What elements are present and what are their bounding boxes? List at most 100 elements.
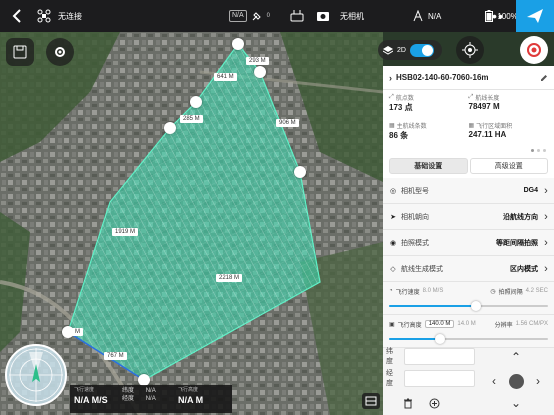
route-generation-row[interactable]: ◇ 航线生成模式 区内模式 ›: [383, 256, 554, 282]
stat-label: 航点数: [395, 96, 414, 102]
altitude-slider[interactable]: [389, 334, 548, 344]
mission-panel: › HSB02-140-60-7060-16m ⤢ 航点数 173 点 ⤢ 航线长度…: [383, 66, 554, 415]
lat-value: N/A: [145, 388, 156, 394]
waypoint-vertex[interactable]: [164, 122, 176, 134]
page-indicator: [383, 146, 554, 154]
lat-readout: 纬度 N/A: [122, 387, 178, 395]
edit-icon[interactable]: [540, 74, 548, 82]
waypoint-vertex[interactable]: [232, 38, 244, 50]
top-bar: 无连接 N/A 0 无相机 N/A 100% •••: [0, 0, 554, 32]
row-value: DG4: [523, 187, 538, 194]
altitude-value: N/A M: [178, 395, 204, 405]
latitude-input[interactable]: [403, 347, 475, 365]
copy-waypoint-button[interactable]: [427, 396, 441, 410]
fly-button[interactable]: [516, 0, 554, 32]
collapse-icon[interactable]: ›: [389, 73, 392, 83]
stat-area: ▦ 飞行区域面积 247.11 HA: [469, 121, 549, 146]
camera-label: 无相机: [340, 11, 365, 21]
resolution-value: 1.56 CM/PX: [515, 321, 548, 327]
mission-header: › HSB02-140-60-7060-16m: [383, 66, 554, 90]
settings-button[interactable]: [46, 38, 74, 66]
map-view[interactable]: 293 M 641 M 285 M 906 M 1919 M 2218 M M …: [0, 32, 383, 415]
mission-stats: ⤢ 航点数 173 点 ⤢ 航线长度 78497 M ▦ 主航线条数 86 条 ▦ 飞行…: [383, 90, 554, 146]
waypoint-vertex[interactable]: [294, 166, 306, 178]
stat-label: 飞行区域面积: [476, 124, 513, 130]
stat-label: 主航线条数: [396, 124, 427, 130]
slider-thumb[interactable]: [471, 301, 482, 311]
interval-label: 拍照间隔: [498, 289, 523, 296]
resolution-label: 分辨率: [494, 322, 513, 329]
stat-route-length: ⤢ 航线长度 78497 M: [469, 93, 549, 118]
target-icon: [527, 43, 541, 57]
stat-waypoints: ⤢ 航点数 173 点: [389, 93, 469, 118]
speed-readout: 飞行速度 N/A M/S: [74, 387, 122, 411]
gsd-value: 14.0 M: [457, 321, 476, 327]
speedometer-icon: ◔: [389, 288, 393, 294]
page-dot: [537, 148, 540, 152]
layers-icon: [365, 396, 377, 406]
camera-status: 无相机: [316, 0, 364, 32]
center-point-button[interactable]: [509, 374, 524, 389]
altitude-input[interactable]: 140.0 M: [424, 320, 455, 328]
settings-tabs: 基础设置 高级设置: [383, 154, 554, 178]
arrow-up-button[interactable]: ⌃: [509, 350, 523, 364]
layers-icon: [383, 45, 393, 55]
waypoint-vertex[interactable]: [190, 96, 202, 108]
stat-value: 247.11 HA: [468, 130, 507, 139]
page-dot: [531, 148, 534, 152]
telemetry-bar: 飞行速度 N/A M/S 纬度 N/A 经度 N/A 飞行高度 N/A M: [70, 385, 232, 413]
row-label: 相机朝向: [401, 213, 429, 221]
delete-button[interactable]: [401, 396, 415, 410]
back-button[interactable]: [0, 0, 34, 32]
lines-icon: ▦: [389, 123, 395, 129]
gear-icon: [55, 47, 65, 57]
rtk-status: N/A: [412, 0, 441, 32]
slider-thumb[interactable]: [434, 334, 445, 344]
app-root: 无连接 N/A 0 无相机 N/A 100% ••• 293 M 641 M 2…: [0, 0, 554, 415]
distance-label: 285 M: [180, 115, 203, 123]
row-value: 等距间隔拍照: [496, 239, 538, 247]
arrow-down-button[interactable]: ⌄: [509, 396, 523, 410]
remote-controller-icon: [290, 10, 304, 22]
map-layer-button[interactable]: [362, 393, 380, 409]
2d-3d-toggle[interactable]: 2D: [378, 40, 442, 60]
connection-status: 无连接: [58, 11, 82, 21]
signal-badge: N/A: [229, 10, 247, 22]
camera-orientation-row[interactable]: ➤ 相机朝向 沿航线方向 ›: [383, 204, 554, 230]
position-readout: 纬度 N/A 经度 N/A: [122, 387, 178, 411]
tab-basic-settings[interactable]: 基础设置: [389, 158, 468, 174]
row-label: 相机型号: [401, 187, 429, 195]
arrow-right-button[interactable]: ›: [531, 374, 545, 388]
lng-value: N/A: [145, 396, 156, 402]
stat-value: 78497 M: [468, 102, 500, 111]
mission-name: HSB02-140-60-7060-16m: [396, 73, 489, 82]
more-button[interactable]: •••: [474, 0, 516, 32]
row-label: 拍照模式: [401, 239, 429, 247]
speed-value: N/A M/S: [74, 395, 108, 405]
rtk-value: N/A: [428, 11, 442, 21]
rtk-icon: [413, 10, 423, 22]
speed-slider[interactable]: [389, 301, 548, 311]
latitude-label: 纬度: [386, 348, 393, 365]
tab-advanced-settings[interactable]: 高级设置: [469, 158, 548, 174]
longitude-input[interactable]: [403, 369, 475, 387]
trash-icon: [404, 398, 412, 408]
lng-label: 经度: [122, 396, 135, 402]
toggle-switch[interactable]: [409, 43, 434, 57]
distance-label: 906 M: [276, 119, 299, 127]
route-icon: ⤢: [468, 94, 474, 100]
arrow-left-button[interactable]: ‹: [487, 374, 501, 388]
camera-model-row[interactable]: ◎ 相机型号 DG4 ›: [383, 178, 554, 204]
target-button[interactable]: [520, 36, 548, 64]
speed-label: 飞行速度: [395, 289, 420, 296]
waypoint-vertex[interactable]: [254, 66, 266, 78]
longitude-label: 经度: [386, 370, 393, 387]
row-label: 航线生成模式: [401, 265, 443, 273]
locate-button[interactable]: [456, 36, 484, 64]
camera-model-icon: ◎: [389, 187, 397, 195]
distance-label: 1919 M: [112, 228, 139, 236]
plus-circle-icon: [429, 398, 439, 408]
save-button[interactable]: [6, 38, 34, 66]
shooting-mode-row[interactable]: ◉ 拍照模式 等距间隔拍照 ›: [383, 230, 554, 256]
shutter-icon: ◉: [389, 239, 397, 247]
